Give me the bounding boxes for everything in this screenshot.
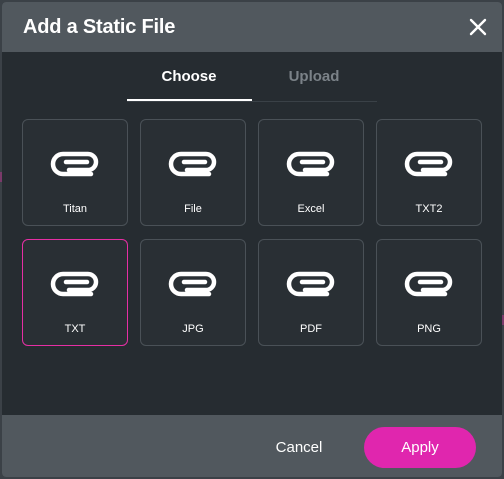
dialog-title: Add a Static File — [23, 16, 176, 38]
paperclip-icon — [402, 268, 458, 298]
file-tile-label: File — [184, 203, 202, 215]
file-tile[interactable]: Titan — [22, 119, 128, 226]
active-tab-indicator — [127, 99, 252, 101]
paperclip-icon — [284, 268, 340, 298]
cancel-button[interactable]: Cancel — [258, 428, 340, 468]
paperclip-icon — [284, 148, 340, 178]
file-tile[interactable]: PNG — [376, 239, 482, 346]
file-tile[interactable]: PDF — [258, 239, 364, 346]
close-icon[interactable] — [466, 15, 490, 39]
file-tile[interactable]: JPG — [140, 239, 246, 346]
paperclip-icon — [48, 148, 104, 178]
file-tile[interactable]: TXT — [22, 239, 128, 346]
file-tile[interactable]: TXT2 — [376, 119, 482, 226]
paperclip-icon — [402, 148, 458, 178]
add-static-file-dialog: Add a Static File Choose Upload Titan Fil… — [2, 2, 502, 477]
dialog-footer: Cancel Apply — [2, 415, 502, 477]
file-tile[interactable]: File — [140, 119, 246, 226]
tab-choose[interactable]: Choose — [127, 52, 251, 102]
paperclip-icon — [48, 268, 104, 298]
file-tile-label: TXT2 — [415, 203, 443, 215]
paperclip-icon — [166, 268, 222, 298]
file-tile[interactable]: Excel — [258, 119, 364, 226]
tab-upload[interactable]: Upload — [252, 52, 376, 102]
file-tile-label: Excel — [297, 203, 325, 215]
file-tile-label: Titan — [62, 203, 88, 215]
paperclip-icon — [166, 148, 222, 178]
apply-button[interactable]: Apply — [364, 427, 476, 468]
file-tile-label: JPG — [182, 323, 204, 335]
file-grid: Titan File Excel TXT2 TXT JPG PDF PNG — [2, 102, 502, 415]
file-tile-label: PDF — [300, 323, 322, 335]
tab-bar: Choose Upload — [2, 52, 502, 102]
file-tile-label: PNG — [417, 323, 441, 335]
file-tile-label: TXT — [64, 323, 86, 335]
dialog-header: Add a Static File — [2, 2, 502, 52]
